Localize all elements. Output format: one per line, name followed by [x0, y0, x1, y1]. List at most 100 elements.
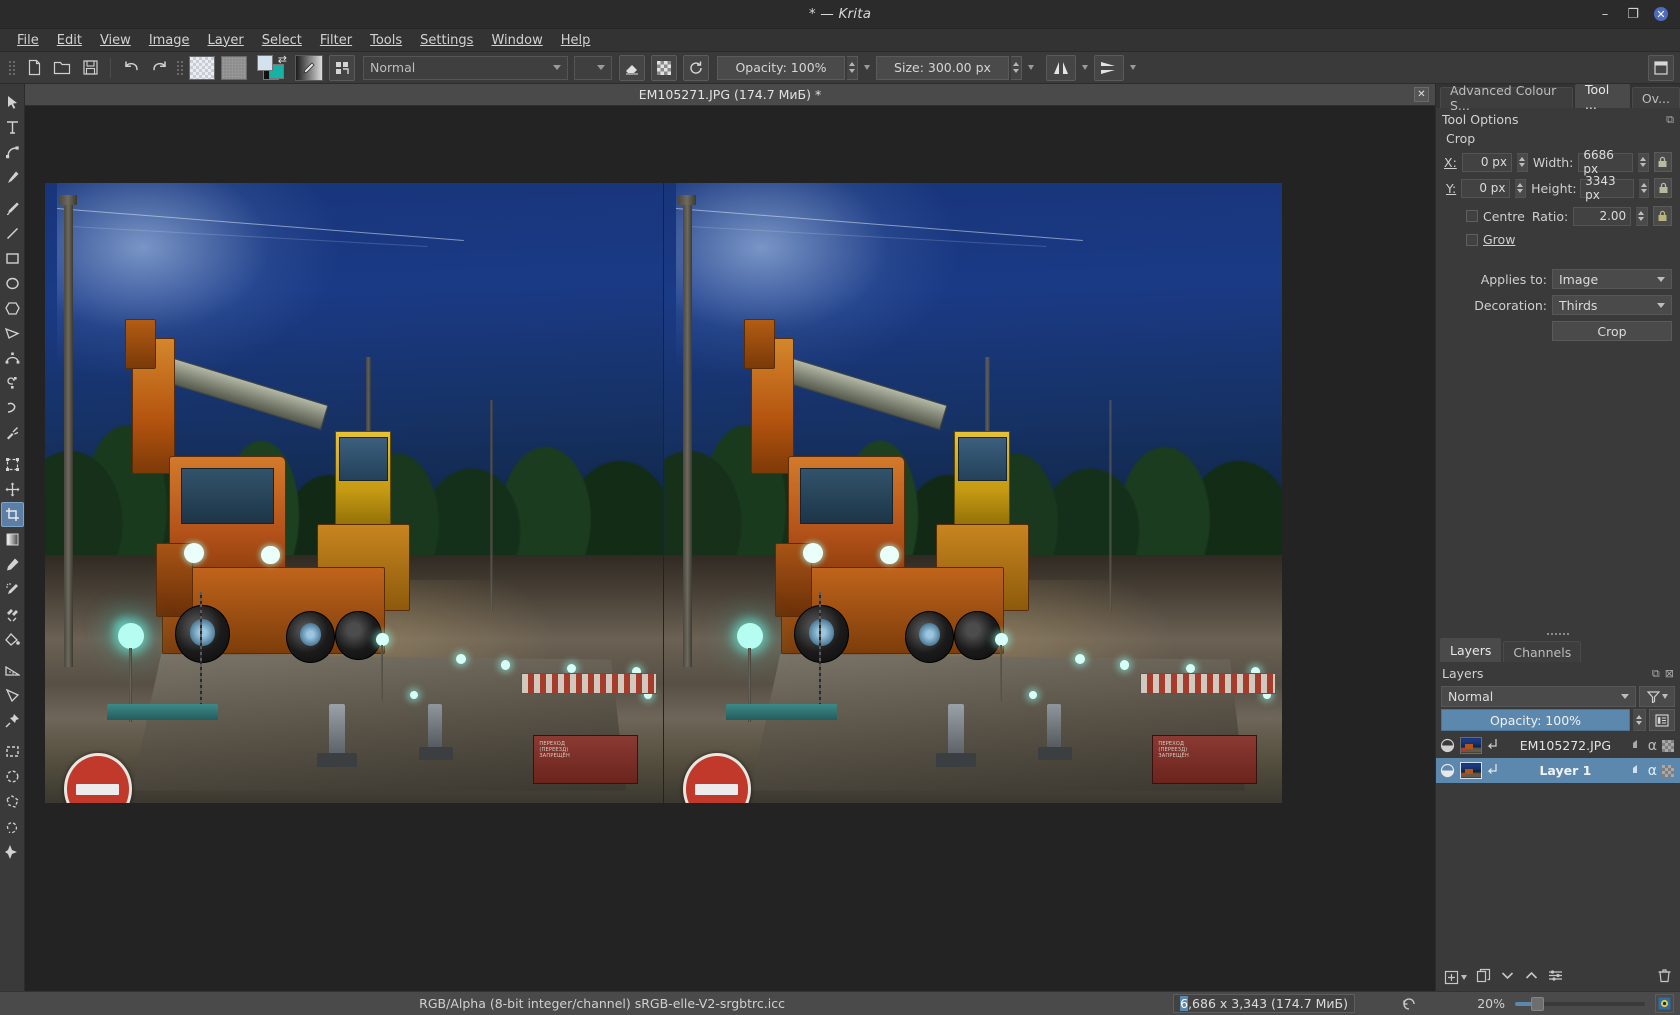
- lock-width-padlock-icon[interactable]: [1653, 152, 1672, 172]
- crop-width-input[interactable]: 6686 px: [1578, 148, 1634, 176]
- freehand-brush-tool[interactable]: [1, 196, 24, 221]
- inherit-alpha-icon[interactable]: [1631, 763, 1643, 778]
- table-row[interactable]: Layer 1 α: [1436, 758, 1680, 783]
- transform-tool[interactable]: [1, 452, 24, 477]
- swap-colours-icon[interactable]: ⇄: [278, 53, 287, 66]
- size-spinner[interactable]: [1011, 55, 1022, 80]
- measure-tool[interactable]: [1, 658, 24, 683]
- freehand-path-tool[interactable]: [1, 371, 24, 396]
- crop-y-input[interactable]: 0 px: [1461, 178, 1511, 198]
- maximize-button[interactable]: ❐: [1626, 7, 1640, 21]
- freehand-select-tool[interactable]: [1, 814, 24, 839]
- grow-checkbox[interactable]: [1466, 233, 1478, 246]
- canvas-preview-icon[interactable]: [1655, 994, 1674, 1013]
- polygonal-select-tool[interactable]: [1, 789, 24, 814]
- fill-tool[interactable]: [1, 627, 24, 652]
- workspace-switcher-icon[interactable]: [1648, 54, 1674, 81]
- brush-smoothing-combo[interactable]: [574, 55, 612, 80]
- edit-shapes-tool[interactable]: [1, 140, 24, 165]
- float-dock-icon[interactable]: ⧉: [1652, 667, 1660, 681]
- minimize-button[interactable]: –: [1598, 7, 1612, 21]
- move-layer-up-button[interactable]: [1524, 968, 1539, 986]
- tab-tool-options[interactable]: Tool ...: [1574, 84, 1630, 112]
- crop-ratio-input[interactable]: 2.00: [1573, 206, 1632, 226]
- mirror-h-dropdown-icon[interactable]: [1082, 65, 1088, 70]
- layer-opacity-spinner[interactable]: [1633, 709, 1646, 731]
- menu-edit[interactable]: Edit: [48, 31, 91, 50]
- canvas-image[interactable]: ПЕРЕХОД (ПЕРЕЕЗД) ЗАПРЕЩЁН ПЕРЕХОД (ПЕРЕ…: [45, 183, 1282, 803]
- menu-settings[interactable]: Settings: [411, 31, 482, 50]
- elliptical-select-tool[interactable]: [1, 764, 24, 789]
- rectangle-tool[interactable]: [1, 246, 24, 271]
- preserve-alpha-icon[interactable]: [651, 54, 677, 81]
- transparency-checker-icon[interactable]: [1662, 764, 1674, 777]
- foreground-background-colour[interactable]: ⇄: [257, 53, 287, 81]
- image-size-status[interactable]: 6,686 x 3,343 (174.7 МиБ): [1173, 994, 1355, 1013]
- dynamic-brush-tool[interactable]: [1, 396, 24, 421]
- colourize-mask-tool[interactable]: [1, 577, 24, 602]
- undo-icon[interactable]: [118, 55, 144, 81]
- rectangular-select-tool[interactable]: [1, 739, 24, 764]
- menu-view[interactable]: View: [91, 31, 140, 50]
- crop-x-spinner[interactable]: [1517, 152, 1528, 172]
- calligraphy-tool[interactable]: [1, 165, 24, 190]
- contiguous-select-tool[interactable]: [1, 839, 24, 864]
- tab-overview[interactable]: Ov...: [1631, 87, 1680, 108]
- crop-height-spinner[interactable]: [1638, 178, 1650, 198]
- smart-patch-tool[interactable]: [1, 602, 24, 627]
- polygon-tool[interactable]: [1, 296, 24, 321]
- multibrush-tool[interactable]: [1, 421, 24, 446]
- close-dock-icon[interactable]: ⊠: [1665, 667, 1674, 681]
- menu-image[interactable]: Image: [140, 31, 199, 50]
- menu-select[interactable]: Select: [253, 31, 311, 50]
- size-slider[interactable]: Size: 300.00 px: [876, 55, 1009, 80]
- tab-advanced-colour-selector[interactable]: Advanced Colour S...: [1440, 84, 1573, 113]
- menu-filter[interactable]: Filter: [311, 31, 361, 50]
- layer-opacity-slider[interactable]: Opacity: 100%: [1441, 709, 1630, 731]
- menu-tools[interactable]: Tools: [361, 31, 411, 50]
- mirror-vertical-icon[interactable]: [1094, 54, 1124, 81]
- foreground-colour-swatch[interactable]: [257, 54, 273, 71]
- opacity-spinner[interactable]: [847, 55, 858, 80]
- menu-help[interactable]: Help: [552, 31, 600, 50]
- layer-properties-button[interactable]: [1649, 709, 1675, 731]
- layer-thumbnail[interactable]: [1460, 762, 1482, 779]
- new-document-icon[interactable]: [21, 55, 47, 81]
- add-layer-button[interactable]: [1444, 970, 1467, 985]
- brush-editor-icon[interactable]: [295, 54, 323, 81]
- table-row[interactable]: EM105272.JPG α: [1436, 733, 1680, 758]
- reference-pin-tool[interactable]: [1, 708, 24, 733]
- eye-visible-icon[interactable]: [1438, 737, 1456, 755]
- crop-x-input[interactable]: 0 px: [1461, 152, 1513, 172]
- colour-picker-tool[interactable]: [1, 552, 24, 577]
- transparency-checker-icon[interactable]: [1662, 739, 1674, 752]
- layer-onion-skin-icon[interactable]: [1486, 738, 1500, 754]
- opacity-dropdown-icon[interactable]: [864, 65, 870, 70]
- menu-layer[interactable]: Layer: [199, 31, 253, 50]
- move-tool[interactable]: [1, 477, 24, 502]
- line-tool[interactable]: [1, 221, 24, 246]
- canvas-viewport[interactable]: ПЕРЕХОД (ПЕРЕЕЗД) ЗАПРЕЩЁН ПЕРЕХОД (ПЕРЕ…: [25, 106, 1435, 991]
- mirror-horizontal-icon[interactable]: [1046, 54, 1076, 81]
- layer-blend-mode-combo[interactable]: Normal: [1441, 686, 1636, 707]
- select-shapes-tool[interactable]: [1, 90, 24, 115]
- lock-ratio-padlock-icon[interactable]: [1652, 206, 1673, 226]
- toolbar-grip[interactable]: [9, 57, 16, 79]
- pattern-swatch-icon[interactable]: [221, 55, 247, 80]
- tab-layers[interactable]: Layers: [1440, 638, 1502, 662]
- gradient-tool[interactable]: [1, 527, 24, 552]
- brush-preset-icon[interactable]: [189, 55, 215, 80]
- inherit-alpha-icon[interactable]: [1631, 738, 1643, 753]
- crop-button[interactable]: Crop: [1552, 321, 1672, 341]
- zoom-slider-knob[interactable]: [1531, 996, 1544, 1011]
- crop-tool[interactable]: [0, 502, 24, 527]
- workspace-chooser-icon[interactable]: [329, 54, 355, 81]
- zoom-slider[interactable]: [1515, 996, 1645, 1011]
- layer-properties-button[interactable]: [1548, 968, 1563, 986]
- text-tool[interactable]: [1, 115, 24, 140]
- polyline-tool[interactable]: [1, 321, 24, 346]
- zoom-level-status[interactable]: 20%: [1467, 996, 1505, 1011]
- decoration-combo[interactable]: Thirds: [1552, 295, 1672, 315]
- alpha-lock-icon[interactable]: α: [1648, 739, 1657, 753]
- save-icon[interactable]: [77, 55, 103, 81]
